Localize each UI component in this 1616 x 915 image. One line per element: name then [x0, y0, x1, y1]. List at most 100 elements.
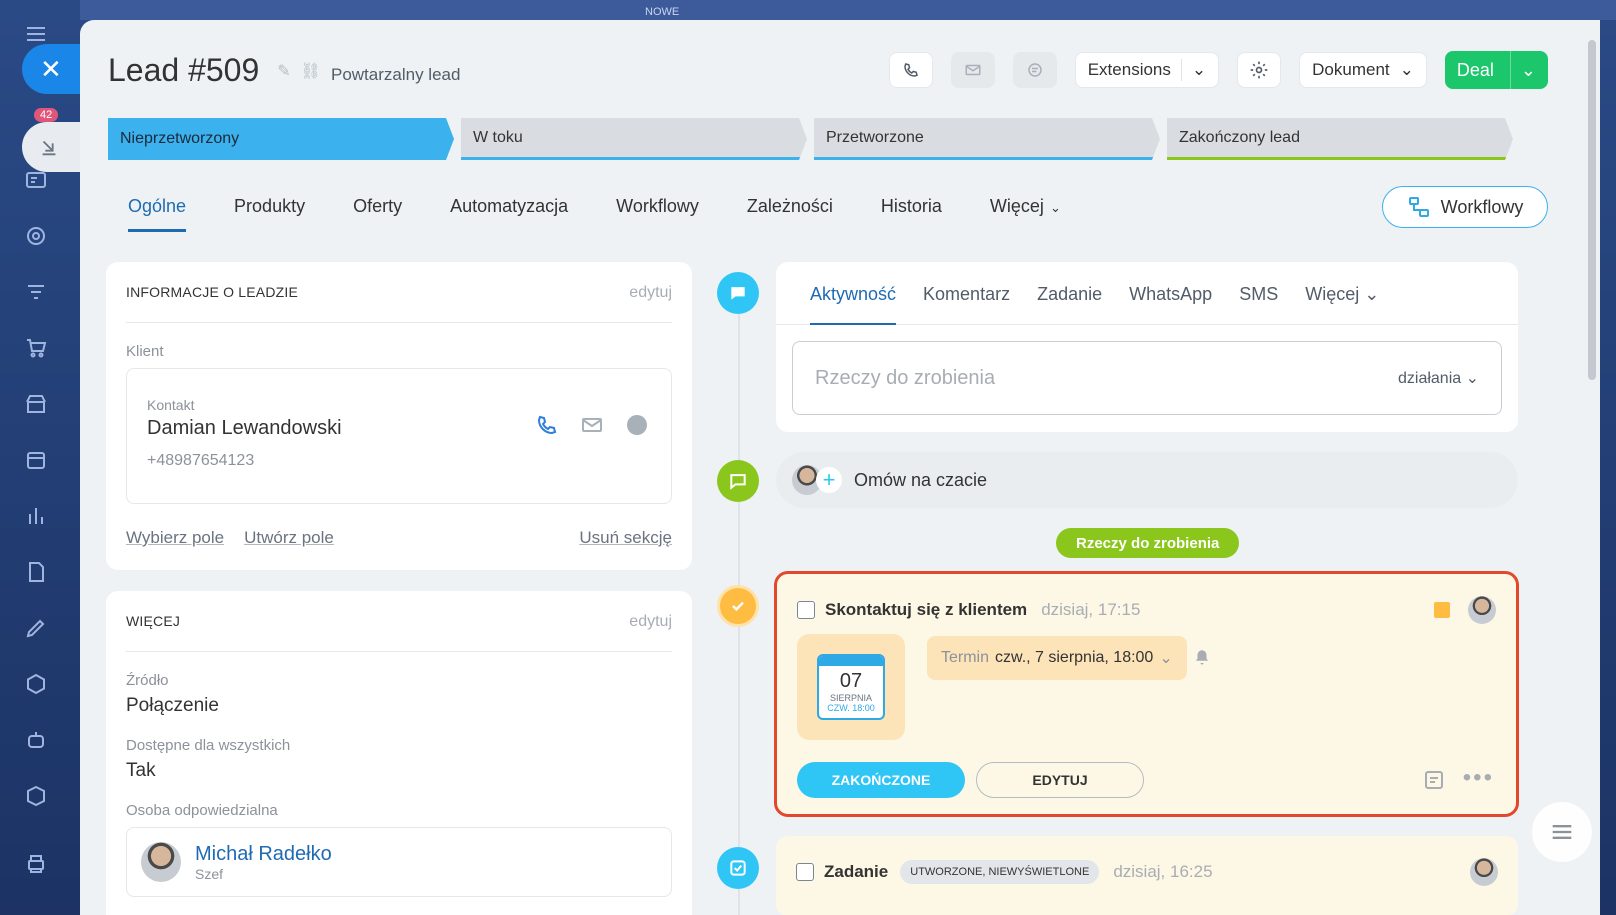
tab-automation[interactable]: Automatyzacja — [450, 196, 568, 232]
menu-button[interactable] — [1532, 802, 1592, 862]
chevron-down-icon: ⌄ — [1520, 59, 1536, 80]
cart-icon[interactable] — [22, 334, 50, 362]
chat-button[interactable] — [1012, 52, 1057, 88]
scrollbar[interactable] — [1588, 40, 1596, 380]
cube-icon[interactable] — [22, 782, 50, 810]
stage-in-progress[interactable]: W toku — [461, 118, 807, 160]
phone-icon[interactable] — [535, 413, 559, 437]
hexagon-icon[interactable] — [22, 670, 50, 698]
tab-products[interactable]: Produkty — [234, 196, 305, 232]
lead-info-card: INFORMACJE O LEADZIE edytuj Klient Konta… — [106, 262, 692, 570]
close-slider-button[interactable]: ✕ — [22, 44, 82, 94]
link-icon[interactable]: ⛓ — [301, 61, 321, 81]
stage-processed[interactable]: Przetworzone — [814, 118, 1160, 160]
document-icon[interactable] — [22, 558, 50, 586]
discuss-label: Omów na czacie — [854, 469, 988, 490]
sign-icon[interactable] — [22, 614, 50, 642]
deadline-selector[interactable]: Termin czw., 7 sierpnia, 18:00 ⌄ — [927, 636, 1187, 680]
task-checkbox[interactable] — [797, 601, 815, 619]
edit-task-button[interactable]: EDYTUJ — [976, 762, 1144, 798]
calendar-time: CZW. 18:00 — [827, 703, 875, 713]
tab-activity-more[interactable]: Więcej ⌄ — [1305, 284, 1379, 325]
tab-offers[interactable]: Oferty — [353, 196, 402, 232]
deal-button[interactable]: Deal ⌄ — [1444, 51, 1548, 89]
avatar[interactable] — [141, 842, 181, 882]
main-tabs: Ogólne Produkty Oferty Automatyzacja Wor… — [128, 196, 1109, 232]
page-title: Lead #509 — [108, 52, 260, 88]
tab-workflows[interactable]: Workflowy — [616, 196, 699, 232]
printer-icon[interactable] — [22, 850, 50, 878]
calendar-icon[interactable] — [22, 446, 50, 474]
workflow-button[interactable]: Workflowy — [1382, 186, 1548, 228]
chat-icon[interactable] — [625, 413, 649, 437]
select-field-link[interactable]: Wybierz pole — [126, 528, 224, 548]
avatar[interactable] — [1468, 596, 1496, 624]
tab-activity[interactable]: Aktywność — [810, 284, 897, 325]
extensions-dropdown[interactable]: Extensions ⌄ — [1074, 52, 1220, 88]
store-icon[interactable] — [22, 390, 50, 418]
actions-dropdown[interactable]: działania ⌄ — [1398, 368, 1479, 388]
deadline-label: Termin — [941, 649, 990, 666]
available-value: Tak — [126, 760, 156, 781]
minimize-slider-button[interactable] — [22, 122, 82, 172]
pencil-icon[interactable]: ✎ — [277, 61, 290, 81]
task2-title[interactable]: Zadanie — [824, 862, 888, 882]
bell-icon[interactable] — [1193, 648, 1211, 666]
task-card-2: Zadanie UTWORZONE, NIEWYŚWIETLONE dzisia… — [776, 836, 1518, 915]
responsible-role: Szef — [195, 865, 224, 882]
target-icon[interactable] — [22, 222, 50, 250]
activity-editor: Aktywność Komentarz Zadanie WhatsApp SMS… — [776, 262, 1518, 432]
discuss-in-chat[interactable]: + Omów na czacie — [776, 452, 1518, 508]
delete-section-link[interactable]: Usuń sekcję — [579, 528, 672, 548]
stage-new[interactable]: Nieprzetworzony — [108, 118, 454, 160]
create-field-link[interactable]: Utwórz pole — [244, 528, 334, 548]
funnel-icon[interactable] — [22, 278, 50, 306]
client-box: Kontakt Damian Lewandowski +48987654123 — [126, 368, 672, 504]
notification-badge: 42 — [34, 108, 59, 122]
task-checkbox[interactable] — [796, 863, 814, 881]
robot-icon[interactable] — [22, 726, 50, 754]
tab-history[interactable]: Historia — [881, 196, 942, 232]
list-icon — [1552, 825, 1572, 839]
tab-whatsapp[interactable]: WhatsApp — [1129, 284, 1212, 325]
tab-more[interactable]: Więcej ⌄ — [990, 196, 1061, 232]
edit-link[interactable]: edytuj — [629, 613, 672, 631]
todo-input[interactable]: Rzeczy do zrobienia działania ⌄ — [792, 341, 1502, 415]
tab-general[interactable]: Ogólne — [128, 196, 187, 232]
tab-sms[interactable]: SMS — [1239, 284, 1278, 325]
call-button[interactable] — [888, 52, 933, 88]
chat-icon — [1027, 63, 1042, 77]
responsible-label: Osoba odpowiedzialna — [126, 802, 278, 819]
calendar-icon: 07 SIERPNIA CZW. 18:00 — [817, 654, 885, 720]
gear-icon — [1250, 61, 1268, 79]
timeline-task-dot — [717, 585, 759, 627]
actions-label: działania — [1397, 370, 1462, 387]
avatar[interactable] — [1470, 858, 1498, 886]
document-dropdown[interactable]: Dokument ⌄ — [1299, 52, 1427, 88]
edit-link[interactable]: edytuj — [629, 284, 672, 302]
divider — [126, 651, 672, 652]
more-dots-icon[interactable]: ••• — [1463, 764, 1494, 792]
chevron-down-icon: ⌄ — [1049, 200, 1061, 215]
source-label: Źródło — [126, 672, 169, 689]
workflow-icon — [1408, 197, 1429, 217]
stage-bar: Nieprzetworzony W toku Przetworzone Zako… — [108, 118, 1520, 160]
tab-comment[interactable]: Komentarz — [923, 284, 1010, 325]
contact-phone[interactable]: +48987654123 — [147, 452, 651, 470]
tab-task[interactable]: Zadanie — [1037, 284, 1102, 325]
plus-icon[interactable]: + — [816, 467, 842, 493]
calendar-tile: 07 SIERPNIA CZW. 18:00 — [797, 634, 905, 740]
note-icon[interactable] — [1422, 768, 1446, 792]
analytics-icon[interactable] — [22, 502, 50, 530]
settings-button[interactable] — [1237, 52, 1282, 88]
task-title[interactable]: Skontaktuj się z klientem — [825, 600, 1027, 620]
stage-finished[interactable]: Zakończony lead — [1167, 118, 1513, 160]
responsible-name[interactable]: Michał Radełko — [195, 843, 332, 866]
todo-placeholder: Rzeczy do zrobienia — [815, 366, 996, 389]
color-flag-icon[interactable] — [1434, 602, 1450, 618]
mail-icon[interactable] — [579, 413, 605, 437]
contact-kind: Kontakt — [147, 397, 195, 413]
email-button[interactable] — [950, 52, 995, 88]
complete-button[interactable]: ZAKOŃCZONE — [797, 762, 965, 798]
tab-dependencies[interactable]: Zależności — [747, 196, 833, 232]
